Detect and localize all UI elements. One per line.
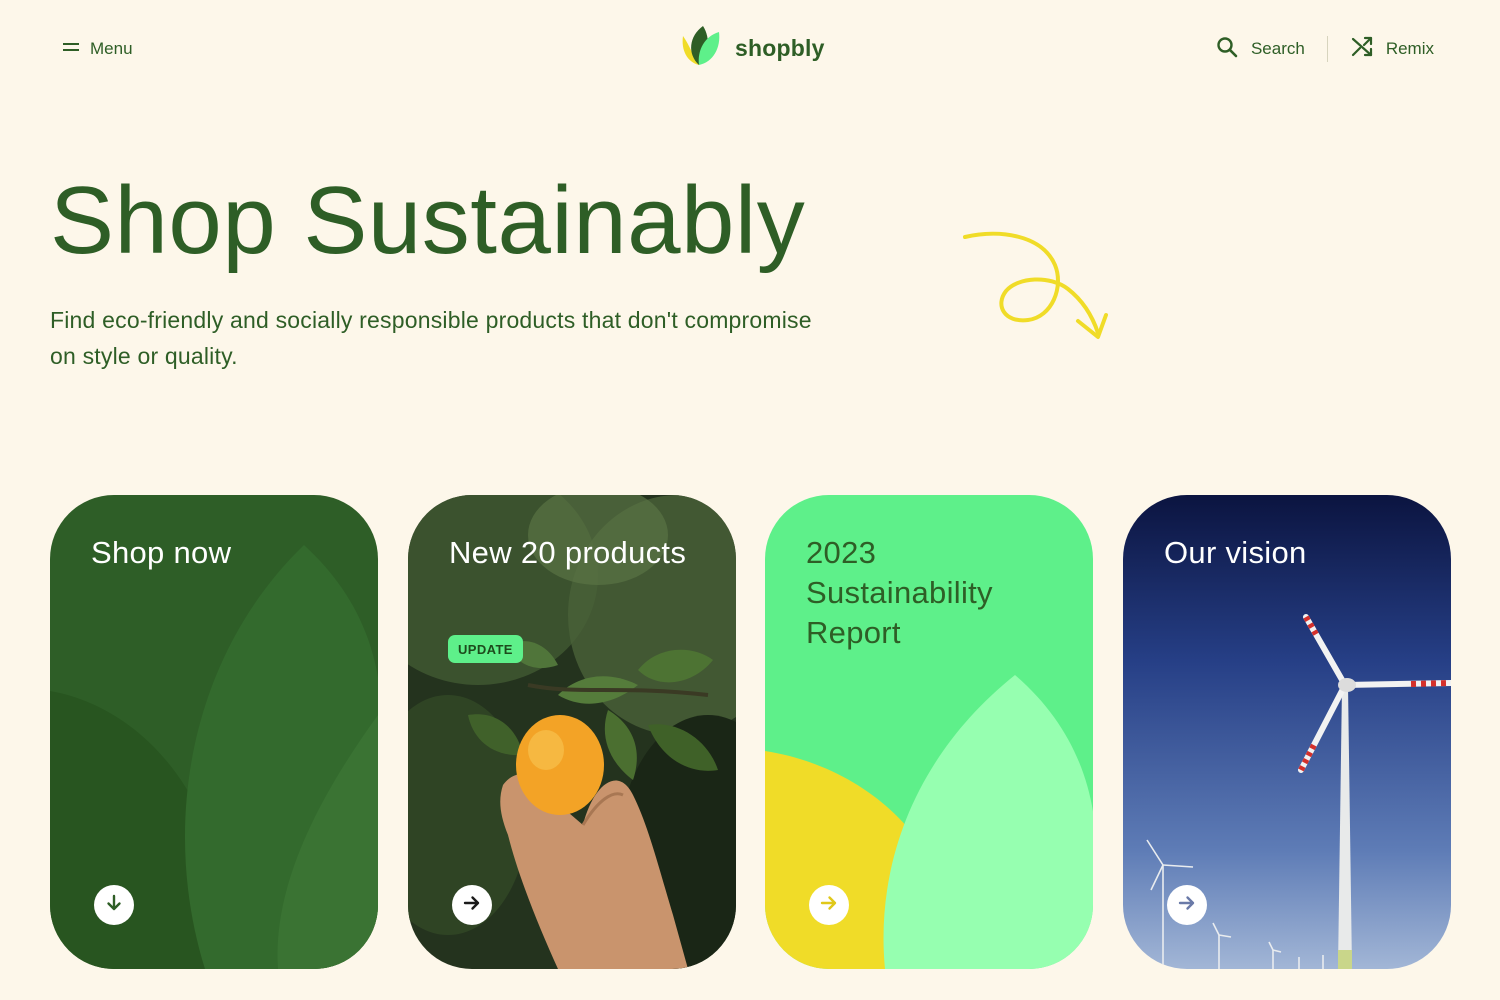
arrow-right-icon xyxy=(1178,894,1196,917)
update-badge: UPDATE xyxy=(448,635,523,663)
search-icon xyxy=(1215,35,1239,64)
card-title: 2023 Sustainability Report xyxy=(806,535,993,650)
hero-title: Shop Sustainably xyxy=(50,167,806,274)
card-shop-now[interactable]: Shop now xyxy=(50,495,378,969)
card-title: Shop now xyxy=(91,535,232,570)
view-report-button[interactable] xyxy=(809,885,849,925)
card-title: New 20 products xyxy=(449,535,687,570)
card-sustainability-report[interactable]: 2023 Sustainability Report xyxy=(765,495,1093,969)
view-vision-button[interactable] xyxy=(1167,885,1207,925)
remix-button[interactable]: Remix xyxy=(1350,35,1434,64)
card-new-products[interactable]: New 20 products UPDATE xyxy=(408,495,736,969)
card-our-vision[interactable]: Our vision xyxy=(1123,495,1451,969)
arrow-down-icon xyxy=(105,894,123,917)
search-label: Search xyxy=(1250,39,1305,58)
brand-name: shopbly xyxy=(735,34,825,61)
header-divider xyxy=(1326,36,1328,62)
menu-button[interactable]: Menu xyxy=(62,36,133,62)
hamburger-icon xyxy=(62,39,80,59)
shuffle-icon xyxy=(1350,35,1374,64)
brand-logo-link[interactable]: shopbly xyxy=(679,24,825,73)
scroll-down-button[interactable] xyxy=(94,885,134,925)
remix-label: Remix xyxy=(1385,39,1434,58)
hero-subtitle: Find eco-friendly and socially responsib… xyxy=(50,307,812,369)
arrow-right-icon xyxy=(463,894,481,917)
card-title: Our vision xyxy=(1164,535,1307,570)
header-actions: Search Remix xyxy=(1215,34,1434,64)
decorative-squiggle-arrow-icon xyxy=(963,231,1108,339)
search-button[interactable]: Search xyxy=(1215,35,1305,64)
view-products-button[interactable] xyxy=(452,885,492,925)
leaf-logo-icon xyxy=(679,24,723,73)
arrow-right-icon xyxy=(820,894,838,917)
top-navigation: Menu shopbly Search Remix xyxy=(0,0,1500,96)
page: Menu shopbly Search Remix Shop Sustainab… xyxy=(0,0,1500,1000)
menu-label: Menu xyxy=(90,39,133,58)
